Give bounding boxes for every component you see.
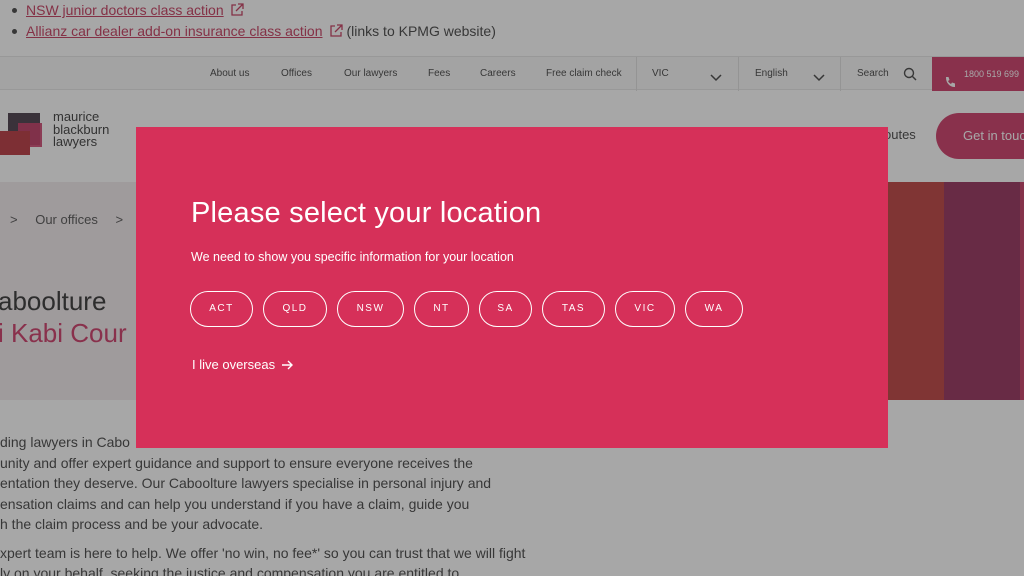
overseas-link[interactable]: I live overseas — [192, 357, 294, 373]
state-button-vic[interactable]: VIC — [615, 291, 675, 327]
state-options: ACT QLD NSW NT SA TAS VIC WA — [190, 291, 753, 327]
state-button-qld[interactable]: QLD — [263, 291, 327, 327]
state-button-sa[interactable]: SA — [479, 291, 532, 327]
state-button-nsw[interactable]: NSW — [337, 291, 404, 327]
modal-description: We need to show you specific information… — [191, 250, 514, 264]
arrow-right-icon — [281, 358, 294, 373]
modal-title: Please select your location — [191, 197, 542, 229]
state-button-tas[interactable]: TAS — [542, 291, 605, 327]
overseas-label: I live overseas — [192, 357, 276, 372]
state-button-wa[interactable]: WA — [685, 291, 743, 327]
state-button-act[interactable]: ACT — [190, 291, 253, 327]
location-modal: Please select your location We need to s… — [136, 127, 888, 448]
state-button-nt[interactable]: NT — [414, 291, 469, 327]
